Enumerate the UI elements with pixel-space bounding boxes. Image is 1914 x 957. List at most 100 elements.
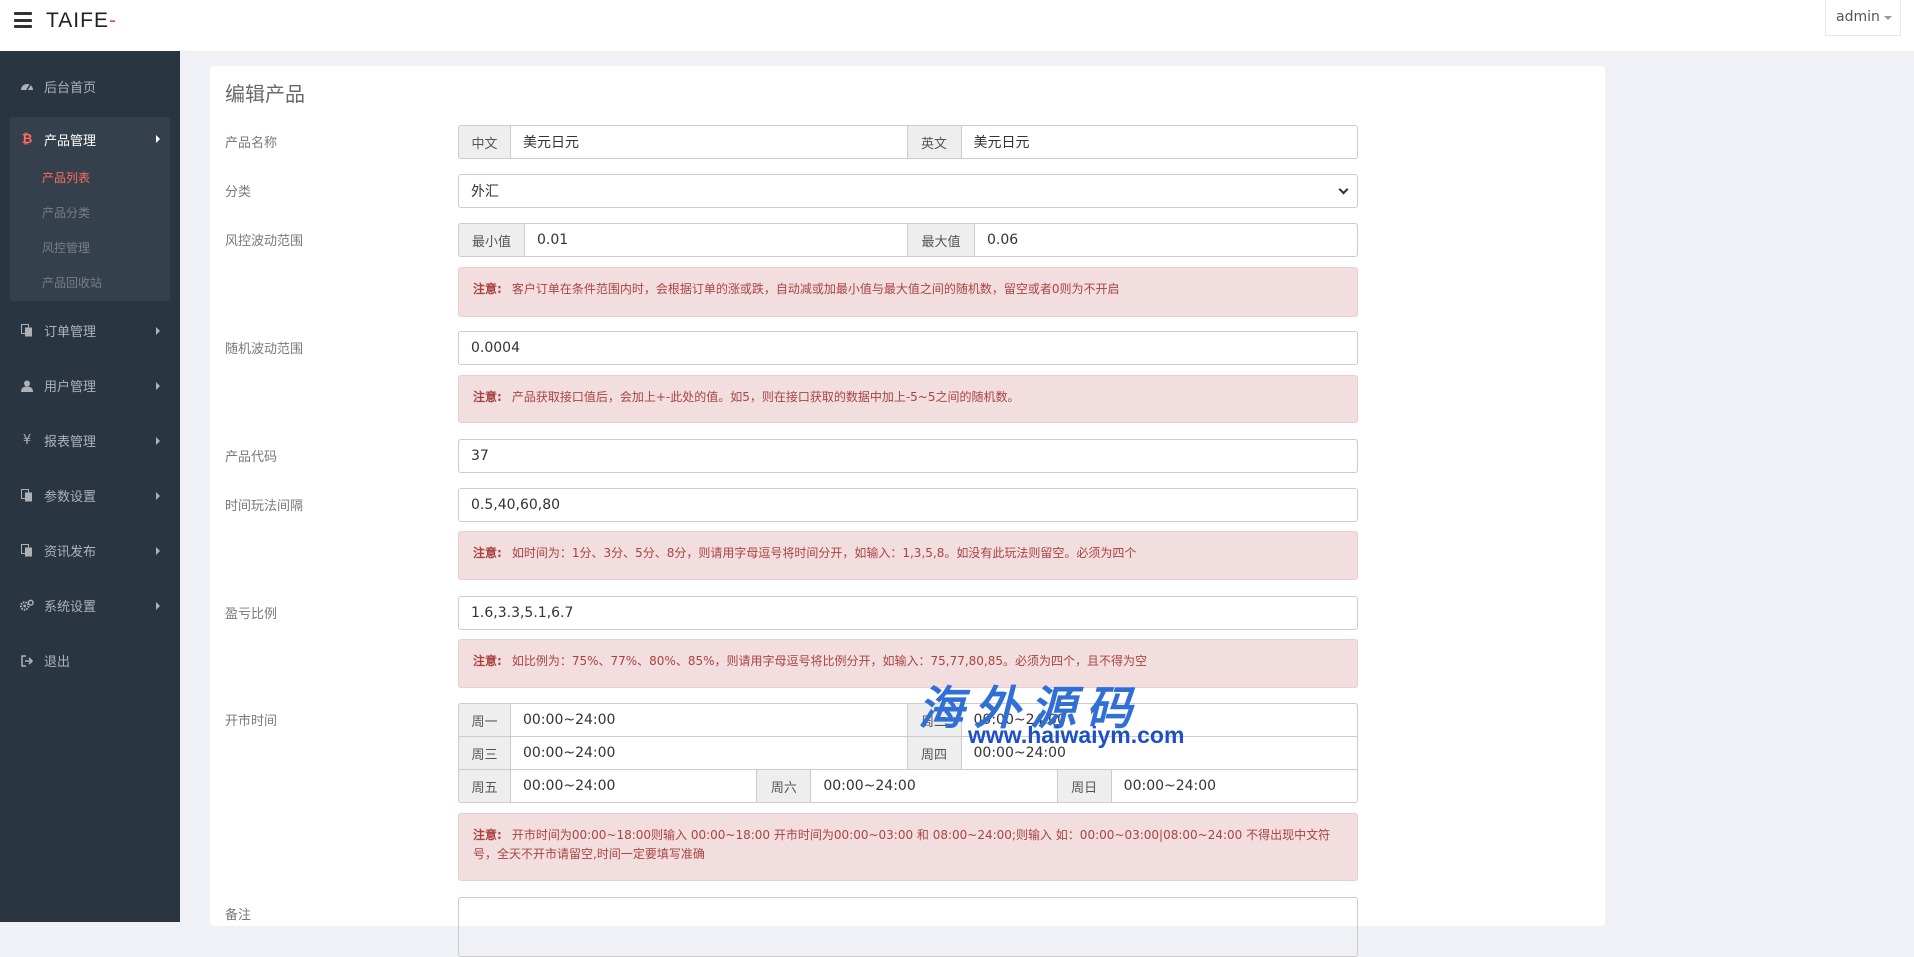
logo-dash: - xyxy=(108,9,117,32)
market-row-3: 周五 00:00~24:00 周六 00:00~24:00 周日 00:00~2… xyxy=(458,769,1358,803)
product-name-en-input[interactable]: 美元日元 xyxy=(961,125,1358,159)
chevron-right-icon xyxy=(156,326,160,335)
risk-max-input[interactable]: 0.06 xyxy=(975,223,1358,257)
alert-title: 注意: xyxy=(473,654,502,668)
copy-icon xyxy=(20,544,34,558)
profit-ratio-input[interactable]: 1.6,3.3,5.1,6.7 xyxy=(458,596,1358,630)
product-name-group: 中文 美元日元 英文 美元日元 xyxy=(458,125,1358,159)
sidebar-item-orders[interactable]: 订单管理 xyxy=(0,303,180,358)
risk-min-addon: 最小值 xyxy=(458,223,525,257)
logo[interactable]: TAIFE- xyxy=(46,9,117,33)
sidebar-item-dashboard[interactable]: 后台首页 xyxy=(0,65,180,107)
copy-icon xyxy=(20,489,34,503)
chevron-down-icon xyxy=(1338,184,1349,195)
day-addon: 周五 xyxy=(458,769,511,803)
alert-text: 如比例为：75%、77%、80%、85%，则请用字母逗号将比例分开，如输入：75… xyxy=(511,654,1148,668)
sidebar-item-reports[interactable]: ¥ 报表管理 xyxy=(0,413,180,468)
risk-min-input[interactable]: 0.01 xyxy=(525,223,908,257)
sidebar-subitem-risk-control[interactable]: 风控管理 xyxy=(10,231,170,266)
category-selected-value: 外汇 xyxy=(471,184,499,200)
sidebar-item-logout[interactable]: 退出 xyxy=(0,633,180,688)
friday-time-input[interactable]: 00:00~24:00 xyxy=(511,769,758,803)
user-icon xyxy=(20,379,34,393)
gears-icon xyxy=(20,599,34,613)
bitcoin-icon: ₿ xyxy=(21,132,33,147)
wednesday-time-input[interactable]: 00:00~24:00 xyxy=(511,736,908,770)
alert-text: 开市时间为00:00~18:00则输入 00:00~18:00 开市时间为00:… xyxy=(473,828,1331,861)
risk-max-addon: 最大值 xyxy=(908,223,975,257)
chevron-right-icon xyxy=(156,381,160,390)
random-range-input[interactable]: 0.0004 xyxy=(458,331,1358,365)
risk-range-label: 风控波动范围 xyxy=(225,234,304,249)
category-select[interactable]: 外汇 xyxy=(458,174,1358,208)
sidebar-item-label: 参数设置 xyxy=(44,490,97,505)
day-addon: 周六 xyxy=(757,769,812,803)
sidebar-item-system[interactable]: 系统设置 xyxy=(0,578,180,633)
copy-icon xyxy=(20,324,34,338)
day-addon: 周三 xyxy=(458,736,511,770)
sidebar-item-users[interactable]: 用户管理 xyxy=(0,358,180,413)
sidebar: 后台首页 ₿ 产品管理 产品列表 产品分类 风控管理 产品回收站 订单管理 用户… xyxy=(0,51,180,922)
alert-title: 注意: xyxy=(473,546,502,560)
user-dropdown[interactable]: admin xyxy=(1825,0,1901,36)
chevron-right-icon xyxy=(156,436,160,445)
saturday-time-input[interactable]: 00:00~24:00 xyxy=(811,769,1058,803)
sidebar-item-params[interactable]: 参数设置 xyxy=(0,468,180,523)
market-hours-label: 开市时间 xyxy=(225,714,278,729)
product-name-label: 产品名称 xyxy=(225,136,278,151)
caret-down-icon xyxy=(1884,16,1892,20)
page-title: 编辑产品 xyxy=(225,82,305,106)
day-addon: 周日 xyxy=(1057,769,1112,803)
sidebar-item-news[interactable]: 资讯发布 xyxy=(0,523,180,578)
product-code-label: 产品代码 xyxy=(225,450,278,465)
profit-ratio-label: 盈亏比例 xyxy=(225,607,278,622)
watermark: 海外源码 www.haiwaiym.com xyxy=(918,672,1248,756)
alert-title: 注意: xyxy=(473,390,502,404)
sidebar-item-label: 资讯发布 xyxy=(44,545,97,560)
chevron-right-icon xyxy=(156,546,160,555)
alert-title: 注意: xyxy=(473,282,502,296)
risk-note-alert: 注意: 客户订单在条件范围内时，会根据订单的涨或跌，自动减或加最小值与最大值之间的… xyxy=(458,267,1358,317)
remark-label: 备注 xyxy=(225,908,252,923)
sidebar-subitem-product-category[interactable]: 产品分类 xyxy=(10,196,170,231)
random-range-label: 随机波动范围 xyxy=(225,342,304,357)
edit-product-panel: 编辑产品 产品名称 中文 美元日元 英文 美元日元 分类 外汇 风控波动范围 最… xyxy=(210,66,1605,957)
sidebar-item-label: 退出 xyxy=(44,655,71,670)
alert-text: 产品获取接口值后，会加上+-此处的值。如5，则在接口获取的数据中加上-5~5之间… xyxy=(511,390,1020,404)
remark-textarea[interactable] xyxy=(458,897,1358,957)
alert-title: 注意: xyxy=(473,828,502,842)
sidebar-item-products[interactable]: ₿ 产品管理 xyxy=(10,117,170,161)
day-addon: 周一 xyxy=(458,703,511,737)
dashboard-icon xyxy=(20,79,34,93)
sign-out-icon xyxy=(20,654,34,668)
name-en-addon: 英文 xyxy=(907,125,962,159)
alert-text: 如时间为：1分、3分、5分、8分，则请用字母逗号将时间分开，如输入：1,3,5,… xyxy=(511,546,1137,560)
chevron-right-icon xyxy=(156,135,160,143)
risk-range-group: 最小值 0.01 最大值 0.06 xyxy=(458,223,1358,257)
product-name-cn-input[interactable]: 美元日元 xyxy=(511,125,908,159)
logo-text: TAIFE xyxy=(46,9,109,32)
market-note-alert: 注意: 开市时间为00:00~18:00则输入 00:00~18:00 开市时间为… xyxy=(458,813,1358,881)
top-header: TAIFE- admin xyxy=(0,0,1914,51)
time-interval-label: 时间玩法间隔 xyxy=(225,499,304,514)
category-label: 分类 xyxy=(225,185,252,200)
time-interval-input[interactable]: 0.5,40,60,80 xyxy=(458,488,1358,522)
sidebar-item-label: 订单管理 xyxy=(44,325,97,340)
sidebar-item-label: 报表管理 xyxy=(44,435,97,450)
sidebar-subitem-recycle-bin[interactable]: 产品回收站 xyxy=(10,266,170,301)
chevron-right-icon xyxy=(156,601,160,610)
sidebar-subitem-product-list[interactable]: 产品列表 xyxy=(10,161,170,196)
sidebar-group-products: ₿ 产品管理 产品列表 产品分类 风控管理 产品回收站 xyxy=(10,117,170,301)
user-name: admin xyxy=(1836,9,1880,25)
sidebar-item-label: 用户管理 xyxy=(44,380,97,395)
menu-toggle-icon[interactable] xyxy=(14,12,32,28)
sidebar-item-label: 产品管理 xyxy=(44,133,97,149)
random-note-alert: 注意: 产品获取接口值后，会加上+-此处的值。如5，则在接口获取的数据中加上-5~… xyxy=(458,375,1358,423)
watermark-url-text: www.haiwaiym.com xyxy=(968,722,1185,748)
sidebar-item-label: 后台首页 xyxy=(44,80,97,96)
name-cn-addon: 中文 xyxy=(458,125,511,159)
chevron-right-icon xyxy=(156,491,160,500)
sunday-time-input[interactable]: 00:00~24:00 xyxy=(1111,769,1358,803)
monday-time-input[interactable]: 00:00~24:00 xyxy=(511,703,908,737)
product-code-input[interactable]: 37 xyxy=(458,439,1358,473)
